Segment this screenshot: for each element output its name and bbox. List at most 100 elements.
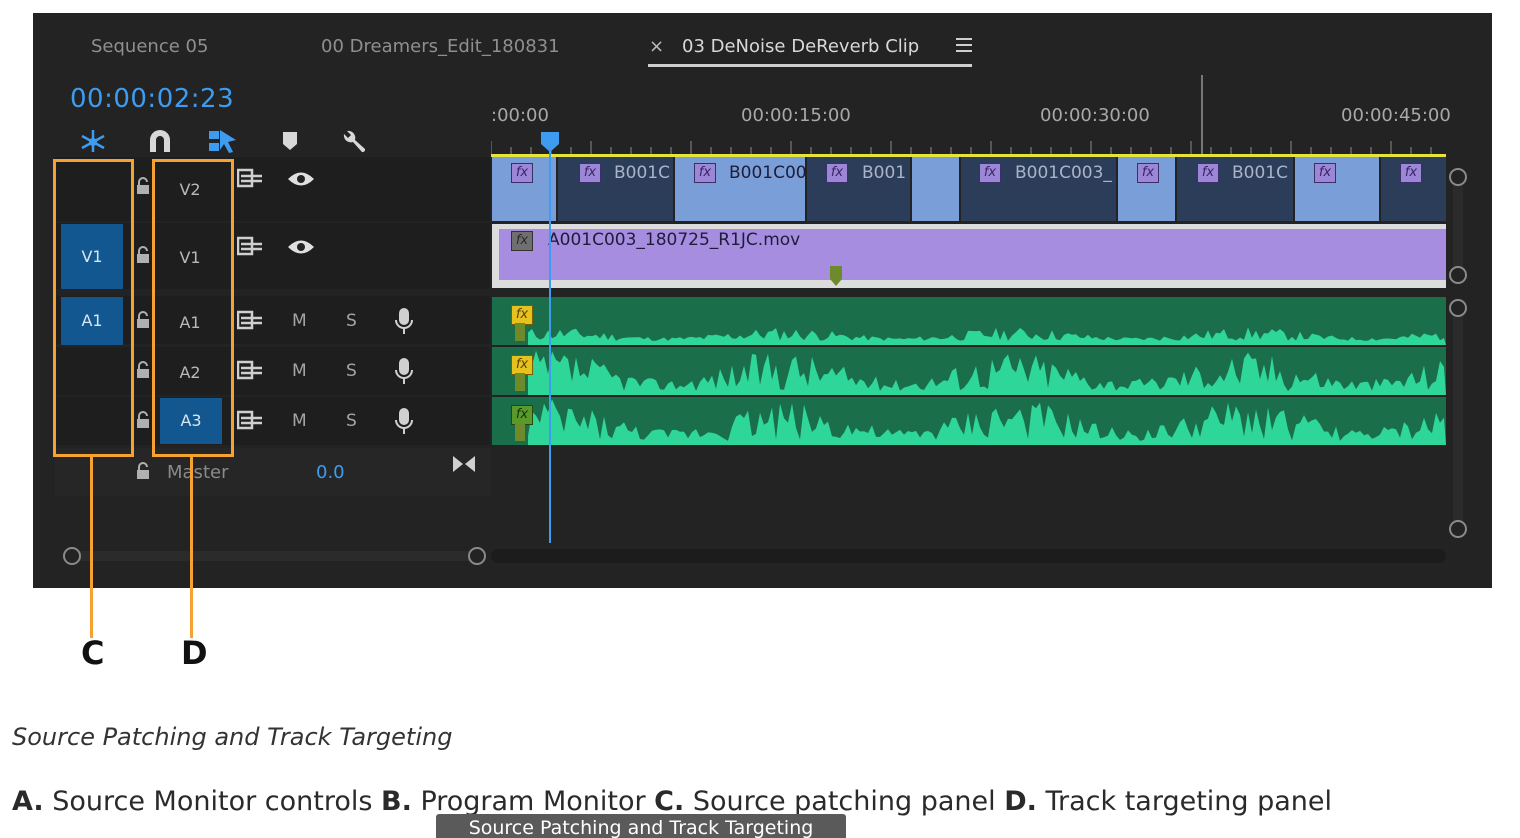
v2-clip[interactable] xyxy=(912,157,959,221)
toggle-sync-lock-icon[interactable] xyxy=(237,309,263,331)
timeline-horizontal-scrollbar[interactable] xyxy=(491,549,1446,563)
tab-denoise-clip[interactable]: 03 DeNoise DeReverb Clip xyxy=(682,36,919,57)
v2-clip-label: B001 xyxy=(862,163,907,183)
solo-button[interactable]: S xyxy=(346,311,357,331)
lock-icon[interactable] xyxy=(136,462,150,480)
voiceover-mic-icon[interactable] xyxy=(395,357,413,385)
legend-text-a: Source Monitor controls xyxy=(43,786,382,817)
callout-box-d xyxy=(152,159,234,457)
master-track-label: Master xyxy=(167,462,229,483)
legend-text-c: Source patching panel xyxy=(684,786,1005,817)
scrollbar-handle-right[interactable] xyxy=(468,547,486,565)
mute-button[interactable]: M xyxy=(292,361,307,381)
time-ruler[interactable] xyxy=(490,137,1446,155)
fx-badge[interactable]: fx xyxy=(826,163,848,183)
v2-clip-label: B001C003_ xyxy=(1015,163,1112,183)
toggle-sync-lock-icon[interactable] xyxy=(237,409,263,431)
fx-badge[interactable]: fx xyxy=(511,163,533,183)
video-vertical-scrollbar[interactable] xyxy=(1453,180,1463,277)
audio-clip-a1[interactable] xyxy=(492,297,1446,345)
voiceover-mic-icon[interactable] xyxy=(395,407,413,435)
fx-badge[interactable]: fx xyxy=(511,305,533,325)
v2-clip-label: B001C xyxy=(1232,163,1288,183)
insert-sequence-icon[interactable] xyxy=(79,128,107,154)
fx-badge[interactable]: fx xyxy=(511,355,533,375)
callout-label-c: C xyxy=(81,634,105,672)
eye-visibility-icon[interactable] xyxy=(286,236,316,258)
toggle-sync-lock-icon[interactable] xyxy=(237,235,263,257)
go-to-in-out-icon[interactable] xyxy=(452,454,476,474)
panel-menu-icon[interactable] xyxy=(956,38,972,56)
wrench-settings-icon[interactable] xyxy=(340,128,368,154)
linked-selection-icon[interactable] xyxy=(208,128,236,154)
toggle-sync-lock-icon[interactable] xyxy=(237,359,263,381)
lock-icon[interactable] xyxy=(136,361,150,379)
scrollbar-handle-bottom[interactable] xyxy=(1449,266,1467,284)
audio-clip-a3[interactable] xyxy=(492,397,1446,445)
fx-badge[interactable]: fx xyxy=(511,231,533,251)
lock-icon[interactable] xyxy=(136,177,150,195)
snap-magnet-icon[interactable] xyxy=(146,128,174,154)
keyframe-handle[interactable] xyxy=(515,323,525,341)
audio-vertical-scrollbar[interactable] xyxy=(1453,310,1463,530)
horizontal-zoom-scrollbar[interactable] xyxy=(72,551,478,561)
playhead-line[interactable] xyxy=(549,150,551,543)
figure-legend: A. Source Monitor controls B. Program Mo… xyxy=(12,786,1332,817)
fx-badge[interactable]: fx xyxy=(1137,163,1159,183)
keyframe-handle[interactable] xyxy=(515,423,525,441)
solo-button[interactable]: S xyxy=(346,411,357,431)
fx-badge[interactable]: fx xyxy=(1197,163,1219,183)
legend-text-b: Program Monitor xyxy=(411,786,655,817)
eye-visibility-icon[interactable] xyxy=(286,168,316,190)
work-area-marker xyxy=(1201,75,1203,155)
callout-box-c xyxy=(53,159,134,457)
toggle-sync-lock-icon[interactable] xyxy=(237,167,263,189)
tooltip: Source Patching and Track Targeting xyxy=(436,814,846,838)
v2-clip-label: B001C xyxy=(614,163,670,183)
ruler-label: 00:00:15:00 xyxy=(741,105,851,126)
tab-sequence-05[interactable]: Sequence 05 xyxy=(91,36,208,57)
ruler-label: :00:00 xyxy=(491,105,549,126)
v1-clip-label: A001C003_180725_R1JC.mov xyxy=(548,230,801,250)
keyframe-handle[interactable] xyxy=(515,373,525,391)
ruler-label: 00:00:30:00 xyxy=(1040,105,1150,126)
fx-badge[interactable]: fx xyxy=(694,163,716,183)
lock-icon[interactable] xyxy=(136,246,150,264)
v2-clip-label: B001C00 xyxy=(729,163,807,183)
callout-line-c xyxy=(90,454,93,638)
mute-button[interactable]: M xyxy=(292,411,307,431)
v2-clip[interactable] xyxy=(1295,157,1379,221)
fx-badge[interactable]: fx xyxy=(1314,163,1336,183)
fx-badge[interactable]: fx xyxy=(1400,163,1422,183)
tab-dreamers-edit[interactable]: 00 Dreamers_Edit_180831 xyxy=(321,36,560,57)
fx-badge[interactable]: fx xyxy=(579,163,601,183)
figure-title: Source Patching and Track Targeting xyxy=(12,723,453,751)
master-volume-value[interactable]: 0.0 xyxy=(316,462,345,483)
audio-clip-a2[interactable] xyxy=(492,347,1446,395)
playhead-handle[interactable] xyxy=(540,131,560,153)
fx-badge[interactable]: fx xyxy=(979,163,1001,183)
scrollbar-handle-top[interactable] xyxy=(1449,299,1467,317)
close-tab-icon[interactable]: × xyxy=(649,36,664,57)
lock-icon[interactable] xyxy=(136,311,150,329)
fx-badge[interactable]: fx xyxy=(511,405,533,425)
ruler-label: 00:00:45:00 xyxy=(1341,105,1451,126)
callout-line-d xyxy=(190,454,193,638)
scrollbar-handle-left[interactable] xyxy=(63,547,81,565)
legend-key-b: B. xyxy=(381,786,412,817)
voiceover-mic-icon[interactable] xyxy=(395,307,413,335)
active-tab-indicator xyxy=(648,64,972,67)
keyframe-handle[interactable] xyxy=(829,265,843,287)
scrollbar-handle-top[interactable] xyxy=(1449,168,1467,186)
add-marker-icon[interactable] xyxy=(281,128,309,154)
legend-key-a: A. xyxy=(12,786,44,817)
legend-text-d: Track targeting panel xyxy=(1036,786,1333,817)
legend-key-d: D. xyxy=(1004,786,1037,817)
scrollbar-handle-bottom[interactable] xyxy=(1449,520,1467,538)
lock-icon[interactable] xyxy=(136,411,150,429)
mute-button[interactable]: M xyxy=(292,311,307,331)
callout-label-d: D xyxy=(181,634,208,672)
solo-button[interactable]: S xyxy=(346,361,357,381)
legend-key-c: C. xyxy=(654,786,685,817)
playhead-timecode[interactable]: 00:00:02:23 xyxy=(70,84,234,114)
